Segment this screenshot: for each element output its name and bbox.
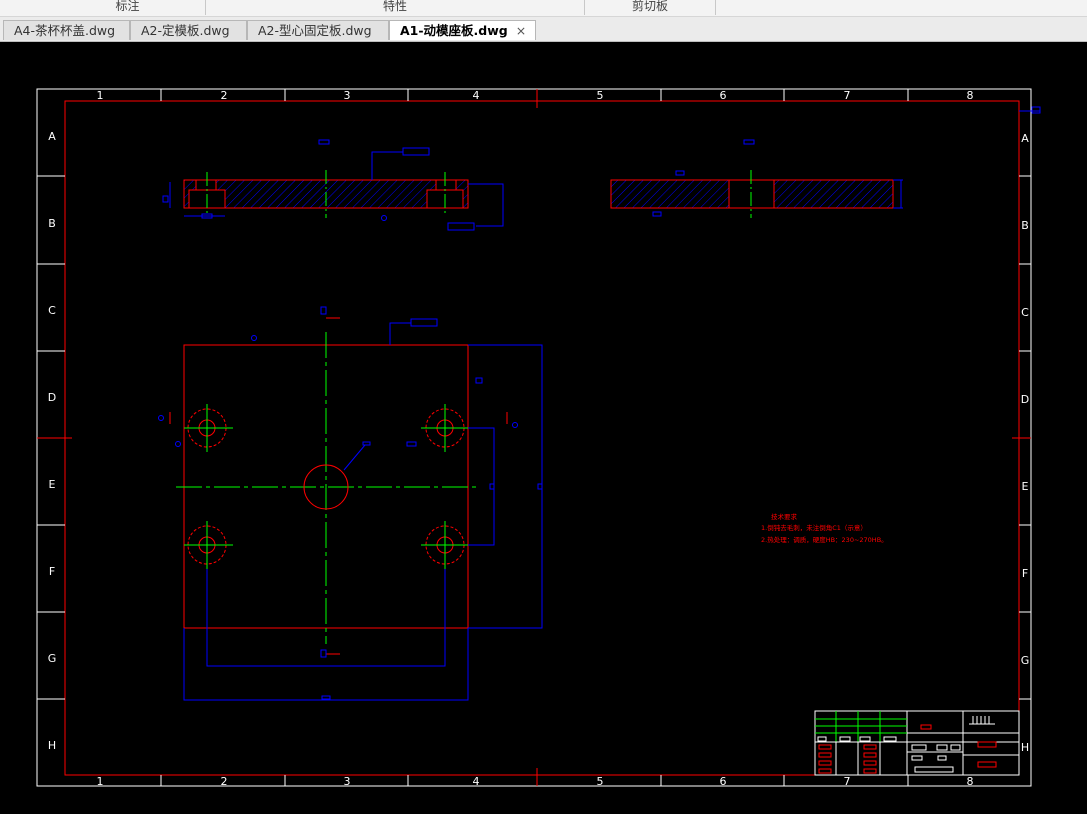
tab-a2-fixed-plate[interactable]: A2-定模板.dwg bbox=[130, 20, 247, 40]
technical-notes: 技术要求 1.倒钝去毛刺，未注倒角C1（示意） 2.热处理：调质，硬度HB：23… bbox=[761, 512, 888, 544]
row-letter: C bbox=[48, 304, 56, 317]
col-number: 5 bbox=[597, 89, 604, 102]
col-number: 6 bbox=[720, 775, 727, 788]
row-letter: H bbox=[1021, 741, 1029, 754]
row-letter: B bbox=[1021, 219, 1029, 232]
ribbon-separator bbox=[715, 0, 716, 15]
row-letter: A bbox=[48, 130, 56, 143]
ribbon-group-annotate[interactable]: 标注 bbox=[50, 0, 205, 16]
tab-label: A1-动模座板.dwg bbox=[400, 23, 508, 38]
ribbon-panel-labels: 标注 特性 剪切板 bbox=[0, 0, 1087, 17]
row-letter: F bbox=[1022, 567, 1028, 580]
notes-line-1: 1.倒钝去毛刺，未注倒角C1（示意） bbox=[761, 523, 867, 532]
border-marker bbox=[1019, 106, 1041, 114]
col-number: 2 bbox=[221, 89, 228, 102]
notes-title: 技术要求 bbox=[771, 512, 798, 521]
col-number: 3 bbox=[344, 89, 351, 102]
notes-line-2: 2.热处理：调质，硬度HB：230~270HB。 bbox=[761, 535, 888, 544]
tab-a2-core-retainer-plate[interactable]: A2-型心固定板.dwg bbox=[247, 20, 389, 40]
tab-label: A4-茶杯杯盖.dwg bbox=[14, 23, 116, 38]
row-letter: E bbox=[49, 478, 56, 491]
section-view-left[interactable] bbox=[162, 139, 504, 231]
row-letter: A bbox=[1021, 132, 1029, 145]
col-number: 7 bbox=[844, 775, 851, 788]
cad-drawing[interactable]: 1 2 3 4 5 6 7 8 1 2 3 4 5 6 7 8 A B C D … bbox=[0, 42, 1087, 810]
col-number: 7 bbox=[844, 89, 851, 102]
col-number: 1 bbox=[97, 775, 104, 788]
row-letter: E bbox=[1022, 480, 1029, 493]
row-letter: G bbox=[48, 652, 57, 665]
tab-label: A2-型心固定板.dwg bbox=[258, 23, 372, 38]
row-letter: D bbox=[48, 391, 56, 404]
tab-a4-tea-cup-lid[interactable]: A4-茶杯杯盖.dwg bbox=[3, 20, 130, 40]
col-number: 4 bbox=[473, 775, 480, 788]
plan-view[interactable] bbox=[158, 306, 543, 701]
col-number: 1 bbox=[97, 89, 104, 102]
col-number: 8 bbox=[967, 775, 974, 788]
tab-label: A2-定模板.dwg bbox=[141, 23, 230, 38]
row-letter: G bbox=[1021, 654, 1030, 667]
file-tab-bar: A4-茶杯杯盖.dwg A2-定模板.dwg A2-型心固定板.dwg A1-动… bbox=[0, 17, 1087, 42]
row-letter: D bbox=[1021, 393, 1029, 406]
col-number: 6 bbox=[720, 89, 727, 102]
col-number: 5 bbox=[597, 775, 604, 788]
section-view-right[interactable] bbox=[610, 139, 903, 218]
drawing-canvas[interactable]: 1 2 3 4 5 6 7 8 1 2 3 4 5 6 7 8 A B C D … bbox=[0, 42, 1087, 810]
row-letter: C bbox=[1021, 306, 1029, 319]
col-number: 2 bbox=[221, 775, 228, 788]
close-icon[interactable]: × bbox=[516, 21, 526, 41]
col-number: 8 bbox=[967, 89, 974, 102]
col-number: 3 bbox=[344, 775, 351, 788]
col-number: 4 bbox=[473, 89, 480, 102]
row-letter: H bbox=[48, 739, 56, 752]
tab-a1-moving-clamp-plate[interactable]: A1-动模座板.dwg × bbox=[389, 20, 536, 40]
ribbon-group-properties[interactable]: 特性 bbox=[206, 0, 584, 16]
title-block[interactable] bbox=[814, 710, 1020, 776]
row-letter: F bbox=[49, 565, 55, 578]
ribbon-group-clipboard[interactable]: 剪切板 bbox=[585, 0, 715, 16]
row-letter: B bbox=[48, 217, 56, 230]
